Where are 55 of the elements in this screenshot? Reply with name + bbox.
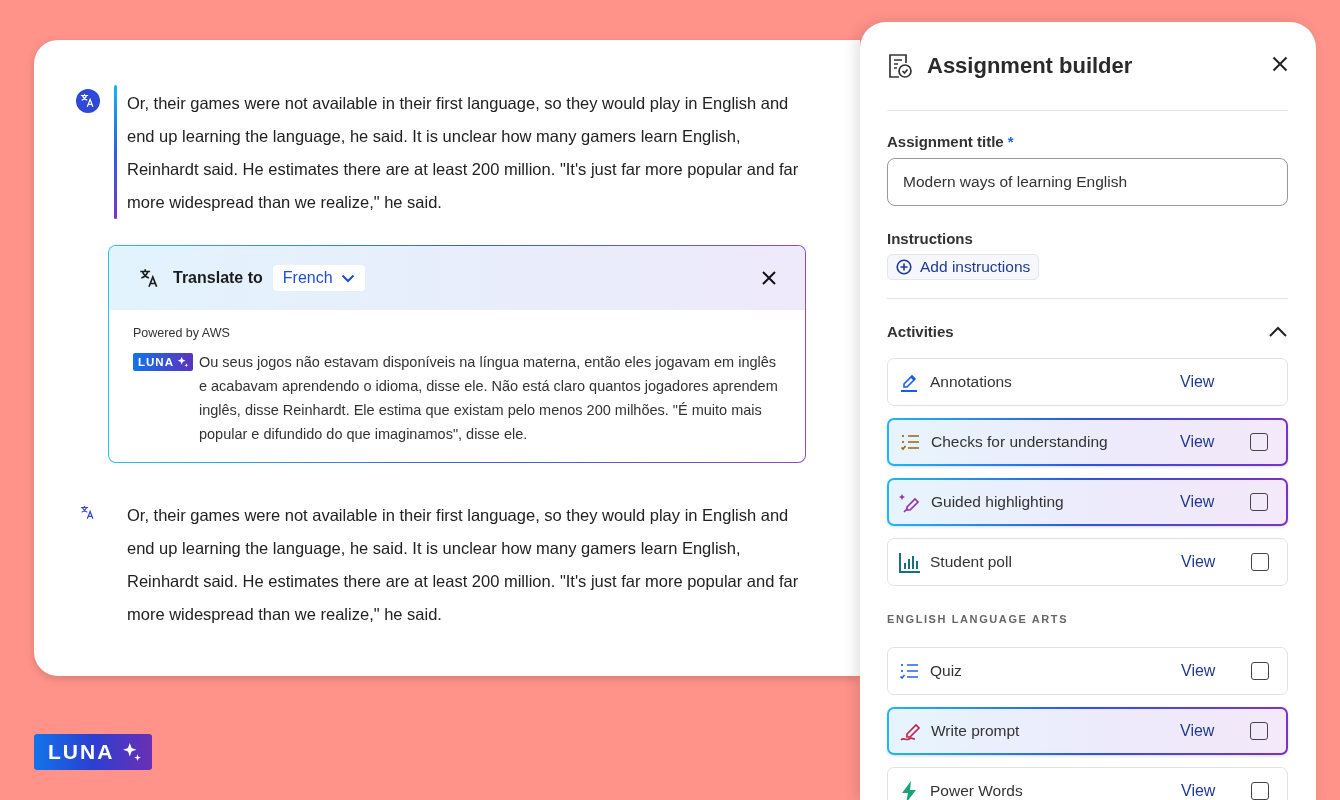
activity-row[interactable]: Annotations View xyxy=(887,358,1288,406)
plus-circle-icon xyxy=(896,259,912,275)
field-label: Instructions xyxy=(887,230,974,247)
paragraph-text: Or, their games were not available in their first language, so they would play in English and end up learning the language, he said. It is unclear how many gamers learn English, Reinhardt said. He estimates there are at least 200 million. "It's just far more popular and far more widespread than we realize," he said. xyxy=(127,505,800,625)
required-mark: * xyxy=(1007,133,1014,150)
activity-row[interactable]: Quiz View xyxy=(887,647,1288,695)
paragraph-text: Or, their games were not available in their first language, so they would play in English and end up learning the language, he said. It is unclear how many gamers learn English, Reinhardt said. He estimates there are at least 200 million. "It's just far more popular and far more widespread than we realize," he said. xyxy=(127,93,800,213)
activity-row[interactable]: Guided highlighting View xyxy=(887,478,1288,526)
logo-text: LUNA xyxy=(48,740,115,764)
activity-row[interactable]: Checks for understanding View xyxy=(887,418,1288,466)
activity-row[interactable]: Student poll View xyxy=(887,538,1288,586)
activity-label: Checks for understanding xyxy=(931,433,1109,451)
checkbox[interactable] xyxy=(1250,433,1268,451)
activity-label: Write prompt xyxy=(931,722,1021,740)
add-instructions-button[interactable]: Add instructions xyxy=(887,254,1040,280)
activity-label: Student poll xyxy=(930,553,1013,571)
activity-row[interactable]: Power Words View xyxy=(887,767,1288,800)
close-icon xyxy=(761,270,777,286)
view-link[interactable]: View xyxy=(1180,373,1240,391)
view-link[interactable]: View xyxy=(1181,553,1241,571)
view-link[interactable]: View xyxy=(1181,782,1241,800)
caret-icon xyxy=(340,273,355,283)
activity-label: Guided highlighting xyxy=(931,493,1065,511)
view-link[interactable]: View xyxy=(1180,433,1240,451)
title-input[interactable]: Modern ways of learning English xyxy=(887,158,1288,206)
view-link[interactable]: View xyxy=(1180,493,1240,511)
section-heading: Activities xyxy=(887,323,954,340)
sparkle-icon xyxy=(176,356,189,368)
powered-by-text: Powered by AWS xyxy=(133,326,231,340)
activity-row[interactable]: Write prompt View xyxy=(887,707,1288,755)
checkbox[interactable] xyxy=(1251,553,1269,571)
checkbox[interactable] xyxy=(1250,722,1268,740)
assignment-icon xyxy=(887,53,913,79)
field-label: Assignment title xyxy=(887,133,1004,150)
checkbox[interactable] xyxy=(1251,662,1269,680)
close-button[interactable] xyxy=(1272,56,1288,72)
checkbox[interactable] xyxy=(1250,493,1268,511)
language-dropdown[interactable]: French xyxy=(272,265,365,291)
translate-icon[interactable] xyxy=(76,89,100,113)
view-link[interactable]: View xyxy=(1181,662,1241,680)
checkbox[interactable] xyxy=(1251,782,1269,800)
translate-label: Translate to xyxy=(173,269,263,287)
panel-title: Assignment builder xyxy=(927,53,1133,79)
activity-label: Power Words xyxy=(930,782,1024,800)
activity-label: Annotations xyxy=(930,373,1013,391)
close-icon xyxy=(1272,56,1288,72)
section-label: ENGLISH LANGUAGE ARTS xyxy=(887,613,1070,625)
bar-chart-icon xyxy=(898,551,920,573)
translated-text: Ou seus jogos não estavam disponíveis na língua materna, então eles jogavam em inglês e acabavam aprendendo o idioma, disse ele. Não está claro quantos jogadores aprendem inglês, disse Reinhardt. Ele estima que existam pelo menos 200 milhões. "É muito mais popular e difundido do que imaginamos", disse ele. xyxy=(198,353,779,444)
sparkle-icon xyxy=(122,742,143,762)
view-link[interactable]: View xyxy=(1180,722,1240,740)
badge-text: LUNA xyxy=(138,355,174,370)
activity-label: Quiz xyxy=(930,662,963,680)
collapse-button[interactable] xyxy=(1268,325,1288,338)
chevron-icon xyxy=(1268,325,1288,338)
